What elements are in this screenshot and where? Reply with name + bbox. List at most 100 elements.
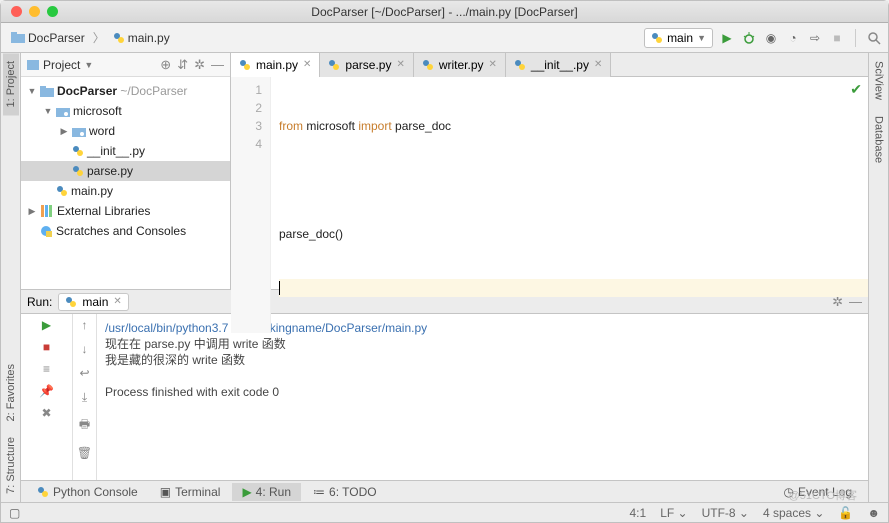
close-tab-button[interactable]: ✕ <box>303 59 311 70</box>
collapse-arrow-icon: ▶ <box>59 126 69 137</box>
todo-tab[interactable]: ≔ 6: TODO <box>303 483 387 501</box>
layout-button[interactable]: ≡ <box>39 362 55 376</box>
database-tool-tab[interactable]: Database <box>871 108 887 171</box>
right-tool-window-bar: SciView Database <box>868 53 888 502</box>
main-toolbar: DocParser 〉 main.py main ▼ ▶ ◉ ◔ ⇨ ■ <box>1 23 888 53</box>
code-area[interactable]: from microsoft import parse_doc parse_do… <box>271 77 868 333</box>
indent-config[interactable]: 4 spaces ⌄ <box>763 506 824 520</box>
quick-access-button[interactable]: ▢ <box>9 506 20 520</box>
line-number: 4 <box>231 135 262 153</box>
expand-arrow-icon: ▼ <box>43 106 53 116</box>
tree-node-main[interactable]: main.py <box>21 181 230 201</box>
breadcrumb-file[interactable]: main.py <box>109 29 174 47</box>
line-separator[interactable]: LF ⌄ <box>660 506 687 520</box>
package-icon <box>72 126 86 137</box>
identifier: microsoft <box>303 119 358 133</box>
run-icon: ▶ <box>242 485 251 499</box>
editor-body[interactable]: 1 2 3 4 from microsoft import parse_doc … <box>231 77 868 333</box>
collapse-all-button[interactable]: ⇵ <box>177 57 188 73</box>
close-session-button[interactable]: ✕ <box>113 296 121 307</box>
run-button[interactable]: ▶ <box>719 30 735 46</box>
editor-tab-parse[interactable]: parse.py ✕ <box>320 53 413 77</box>
terminal-tab[interactable]: ▣ Terminal <box>150 483 231 501</box>
rerun-button[interactable]: ▶ <box>39 318 55 332</box>
breadcrumb-root[interactable]: DocParser <box>7 29 89 47</box>
file-encoding[interactable]: UTF-8 ⌄ <box>702 506 749 520</box>
pin-button[interactable]: 📌 <box>39 384 55 398</box>
python-console-tab[interactable]: Python Console <box>27 483 148 501</box>
tab-label: writer.py <box>439 58 484 72</box>
tree-node-root[interactable]: ▼ DocParser ~/DocParser <box>21 81 230 101</box>
todo-icon: ≔ <box>313 485 325 499</box>
tree-node-external-libraries[interactable]: ▶ External Libraries <box>21 201 230 221</box>
sciview-tool-tab[interactable]: SciView <box>871 53 887 108</box>
editor-tab-init[interactable]: __init__.py ✕ <box>506 53 611 77</box>
indent-label: 4 spaces <box>763 506 811 520</box>
editor-tab-writer[interactable]: writer.py ✕ <box>414 53 506 77</box>
run-session-label: main <box>82 295 108 309</box>
expand-arrow-icon: ▼ <box>27 86 37 96</box>
event-log-tab[interactable]: ◷ Event Log <box>773 483 862 501</box>
tree-node-word[interactable]: ▶ word <box>21 121 230 141</box>
stop-button[interactable]: ■ <box>829 30 845 46</box>
search-everywhere-button[interactable] <box>866 30 882 46</box>
hide-button[interactable]: — <box>211 57 224 72</box>
debug-button[interactable] <box>741 30 757 46</box>
tree-label: __init__.py <box>87 144 145 158</box>
tree-label: Scratches and Consoles <box>56 224 186 238</box>
tree-root-label: DocParser <box>57 84 117 98</box>
tree-node-parse[interactable]: parse.py <box>21 161 230 181</box>
coverage-button[interactable]: ◉ <box>763 30 779 46</box>
code-line-3: parse_doc() <box>279 227 343 241</box>
editor-tab-main[interactable]: main.py ✕ <box>231 53 320 77</box>
caret-position[interactable]: 4:1 <box>630 506 647 520</box>
window-title: DocParser [~/DocParser] - .../main.py [D… <box>1 5 888 19</box>
scroll-down-button[interactable]: ↓ <box>82 342 88 356</box>
print-button[interactable]: 🖶 <box>79 415 90 436</box>
attach-button[interactable]: ⇨ <box>807 30 823 46</box>
python-file-icon <box>113 32 125 44</box>
profile-button[interactable]: ◔ <box>785 30 801 46</box>
tab-label: parse.py <box>345 58 391 72</box>
run-session-tab[interactable]: main ✕ <box>58 293 128 311</box>
tree-node-init[interactable]: __init__.py <box>21 141 230 161</box>
scroll-to-end-button[interactable]: ⤓ <box>82 390 87 405</box>
project-panel-header: Project ▼ ⊕ ⇵ ✲ — <box>21 53 230 77</box>
console-line: 现在在 parse.py 中调用 write 函数 <box>105 337 286 351</box>
python-icon <box>65 296 77 308</box>
tree-node-scratches[interactable]: Scratches and Consoles <box>21 221 230 241</box>
close-tab-button[interactable]: ✕ <box>396 59 404 70</box>
console-output[interactable]: /usr/local/bin/python3.7 /Users/kingname… <box>97 314 868 480</box>
tab-label: 4: Run <box>256 485 291 499</box>
project-view-selector[interactable]: Project ▼ <box>27 58 154 72</box>
close-button[interactable]: ✖ <box>39 406 55 420</box>
project-tool-tab[interactable]: 1: Project <box>3 53 19 115</box>
scratches-icon <box>40 225 53 238</box>
settings-button[interactable]: ✲ <box>194 57 205 73</box>
inspection-ok-icon[interactable]: ✔ <box>850 81 862 98</box>
scroll-from-source-button[interactable]: ⊕ <box>160 57 171 73</box>
tree-node-microsoft[interactable]: ▼ microsoft <box>21 101 230 121</box>
run-tab[interactable]: ▶ 4: Run <box>232 483 301 501</box>
python-file-icon <box>56 185 68 197</box>
favorites-tool-tab[interactable]: 2: Favorites <box>3 356 19 429</box>
current-line <box>279 279 868 297</box>
readonly-toggle[interactable]: 🔓 <box>838 506 853 520</box>
soft-wrap-button[interactable]: ↩ <box>79 366 89 380</box>
clear-button[interactable]: 🗑 <box>77 446 92 460</box>
project-icon <box>27 60 39 70</box>
close-tab-button[interactable]: ✕ <box>489 59 497 70</box>
structure-tool-tab[interactable]: 7: Structure <box>3 429 19 502</box>
tree-label: main.py <box>71 184 113 198</box>
tree-root-path: ~/DocParser <box>120 84 187 98</box>
scroll-up-button[interactable]: ↑ <box>82 318 88 332</box>
inspection-profile-button[interactable]: ☻ <box>867 506 880 520</box>
stop-process-button[interactable]: ■ <box>39 340 55 354</box>
python-file-icon <box>239 59 251 71</box>
close-tab-button[interactable]: ✕ <box>594 59 602 70</box>
left-tool-window-bar: 1: Project 2: Favorites 7: Structure <box>1 53 21 502</box>
editor-area: main.py ✕ parse.py ✕ writer.py ✕ <box>231 53 868 289</box>
run-config-selector[interactable]: main ▼ <box>644 28 713 48</box>
tab-label: Terminal <box>175 485 220 499</box>
tree-label: microsoft <box>73 104 122 118</box>
